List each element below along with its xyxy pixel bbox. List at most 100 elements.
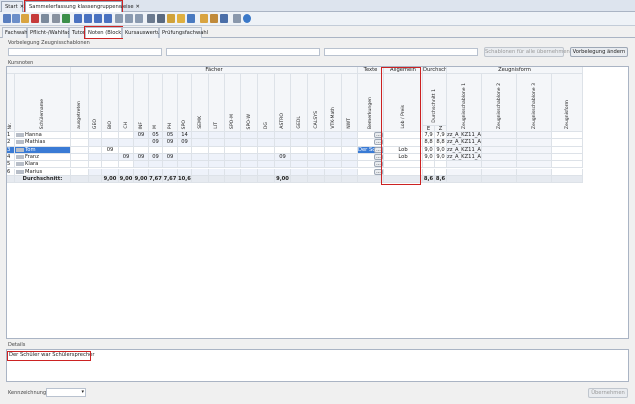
grid-cell[interactable]	[209, 161, 225, 169]
grid-cell[interactable]	[225, 146, 241, 154]
grid-cell[interactable]	[71, 139, 89, 147]
first-record-icon[interactable]	[74, 14, 82, 23]
sort-icon[interactable]	[52, 14, 60, 23]
grid-cell[interactable]	[447, 161, 482, 169]
grid-cell[interactable]: ...	[358, 139, 384, 147]
grid-cell[interactable]	[552, 146, 583, 154]
bemerkungen-edit-button[interactable]: ...	[374, 146, 383, 153]
grid-cell[interactable]	[517, 168, 552, 176]
grid-cell[interactable]	[149, 161, 163, 169]
column-header-nr[interactable]: Nr.	[7, 74, 15, 132]
column-header-spo-m[interactable]: SPO-M	[225, 74, 241, 132]
grid-cell[interactable]	[241, 153, 258, 162]
grid-cell[interactable]	[163, 146, 178, 154]
column-header-ausgetreten[interactable]: ausgetreten	[71, 74, 89, 132]
grid-cell[interactable]	[225, 153, 241, 162]
grid-cell[interactable]	[163, 168, 178, 176]
grid-cell[interactable]: 09	[119, 153, 134, 162]
grid-cell[interactable]: 09	[134, 153, 149, 162]
grid-cell[interactable]	[342, 168, 358, 176]
grid-cell[interactable]: 9,0	[435, 153, 447, 162]
next-record-icon[interactable]	[94, 14, 102, 23]
column-header-inf[interactable]: INF	[134, 74, 149, 132]
column-header-zeugnisschablone-2[interactable]: Zeugnisschablone 2	[482, 74, 517, 132]
grid-cell[interactable]	[552, 139, 583, 147]
delete-icon[interactable]	[31, 14, 39, 23]
grid-cell[interactable]	[325, 161, 342, 169]
grid-cell[interactable]	[178, 153, 192, 162]
bemerkungen-edit-button[interactable]: ...	[374, 153, 383, 160]
grid-cell[interactable]: 3	[7, 146, 15, 154]
grid-cell[interactable]: 9,0	[435, 146, 447, 154]
add-icon[interactable]	[62, 14, 70, 23]
grid-cell[interactable]	[482, 139, 517, 147]
grid-cell[interactable]	[149, 168, 163, 176]
grid-cell[interactable]	[552, 153, 583, 162]
grid-cell[interactable]	[149, 146, 163, 154]
column-header-bio[interactable]: BIO	[102, 74, 119, 132]
tab-pflicht-wahlfach[interactable]: Pflicht-/Wahlfach	[27, 27, 73, 38]
grid-cell[interactable]	[71, 132, 89, 140]
vorbelegung-aendern-button[interactable]: Vorbelegung ändern	[570, 47, 628, 57]
column-header-calsys[interactable]: CALSYS	[308, 74, 325, 132]
grid-cell[interactable]	[342, 161, 358, 169]
grid-cell[interactable]: 05	[149, 132, 163, 140]
schablone-field-2[interactable]	[166, 48, 320, 56]
grid-cell[interactable]	[134, 161, 149, 169]
filter-icon[interactable]	[41, 14, 49, 23]
reload-icon[interactable]	[21, 14, 29, 23]
grid-cell[interactable]	[241, 139, 258, 147]
grid-cell[interactable]: 09	[149, 139, 163, 147]
column-header-geo[interactable]: GEO	[89, 74, 102, 132]
tab-tutor[interactable]: Tutor	[69, 27, 85, 38]
grid-cell[interactable]	[89, 146, 102, 154]
grid-cell[interactable]: 09	[275, 153, 291, 162]
cut-icon[interactable]	[115, 14, 123, 23]
grid-cell[interactable]	[342, 153, 358, 162]
grid-cell[interactable]	[119, 161, 134, 169]
grid-cell[interactable]	[241, 146, 258, 154]
bemerkungen-edit-button[interactable]: ...	[374, 139, 383, 146]
grid-cell[interactable]	[225, 132, 241, 140]
previous-record-icon[interactable]	[84, 14, 92, 23]
grid-cell[interactable]: 09	[149, 153, 163, 162]
grid-cell[interactable]: 4	[7, 153, 15, 162]
grid-cell[interactable]	[258, 161, 275, 169]
grid-cell[interactable]	[209, 168, 225, 176]
grid-cell[interactable]: 09	[102, 146, 119, 154]
grid-cell[interactable]	[291, 168, 308, 176]
close-icon[interactable]: ✕	[20, 4, 24, 10]
grid-cell[interactable]	[192, 146, 209, 154]
grid-cell[interactable]	[89, 161, 102, 169]
alle-uebernehmen-button[interactable]: Schablonen für alle übernehmen	[484, 47, 570, 57]
column-header-spo-w[interactable]: SPO-W	[241, 74, 258, 132]
grid-cell[interactable]	[552, 161, 583, 169]
copy-icon[interactable]	[125, 14, 133, 23]
grid-cell[interactable]	[192, 139, 209, 147]
column-header-zeugnisschablone-1[interactable]: Zeugnisschablone 1	[447, 74, 482, 132]
grid-cell[interactable]	[71, 153, 89, 162]
column-header-semk[interactable]: SEMK	[192, 74, 209, 132]
column-header-m[interactable]: M	[149, 74, 163, 132]
grid-cell[interactable]: 09	[163, 139, 178, 147]
close-icon[interactable]: ✕	[136, 4, 140, 10]
kennzeichnung-select[interactable]: ▾	[46, 388, 86, 397]
grid-cell[interactable]	[482, 132, 517, 140]
grid-cell[interactable]	[384, 132, 423, 140]
grid-cell[interactable]	[423, 168, 435, 176]
search-icon[interactable]	[187, 14, 195, 23]
grid-cell[interactable]	[71, 168, 89, 176]
chevron-down-icon[interactable]: ▾	[81, 389, 84, 395]
grid-cell[interactable]	[308, 161, 325, 169]
grid-cell[interactable]: 5	[7, 161, 15, 169]
bemerkungen-edit-button[interactable]: ...	[374, 168, 383, 175]
tab-pruefungsfachwahl[interactable]: Prüfungsfachwahl	[159, 27, 208, 38]
grid-cell[interactable]	[178, 168, 192, 176]
grid-cell[interactable]	[517, 153, 552, 162]
grid-cell[interactable]	[384, 161, 423, 169]
save-icon[interactable]	[3, 14, 11, 23]
grid-cell[interactable]: Tom	[15, 146, 71, 154]
grid-cell[interactable]	[225, 139, 241, 147]
column-header-nwt[interactable]: NWT	[342, 74, 358, 132]
grid-cell[interactable]	[258, 168, 275, 176]
